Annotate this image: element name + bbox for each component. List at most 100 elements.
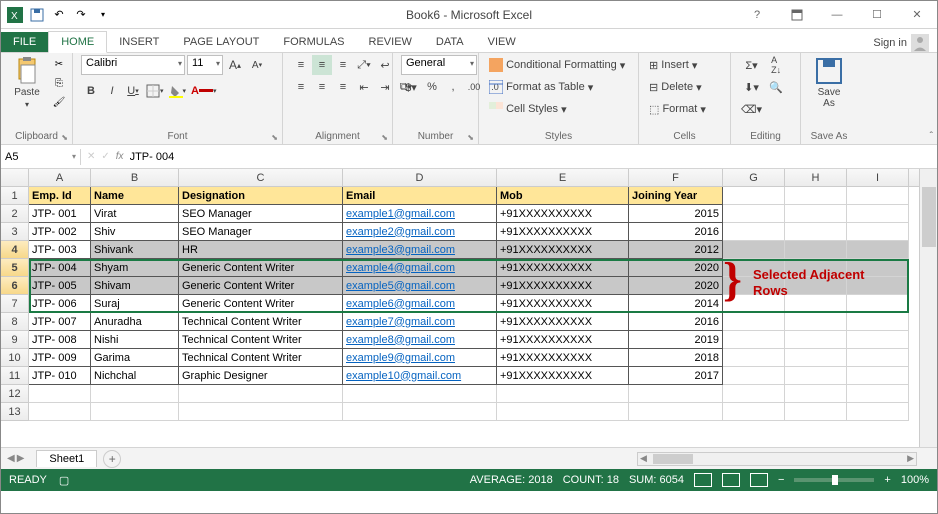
increase-indent-icon[interactable]: ⇥ [375,77,395,97]
orientation-icon[interactable]: ⤢▾ [354,55,374,75]
column-header[interactable]: B [91,169,179,186]
cell[interactable]: Shyam [91,259,179,277]
row-header[interactable]: 2 [1,205,29,223]
cell[interactable]: Nishi [91,331,179,349]
cell[interactable]: 2017 [629,367,723,385]
cell[interactable]: 2018 [629,349,723,367]
cell[interactable] [723,187,785,205]
column-header[interactable]: H [785,169,847,186]
font-size-select[interactable]: 11▾ [187,55,223,75]
row-header[interactable]: 12 [1,385,29,403]
cell[interactable]: Joining Year [629,187,723,205]
cell[interactable]: Technical Content Writer [179,331,343,349]
cell[interactable]: 2019 [629,331,723,349]
horizontal-scrollbar[interactable]: ◀ ▶ [637,452,917,466]
column-header[interactable]: D [343,169,497,186]
cell[interactable] [91,385,179,403]
cell[interactable]: JTP- 008 [29,331,91,349]
cell[interactable]: +91XXXXXXXXXX [497,367,629,385]
qat-customize-icon[interactable]: ▾ [93,5,113,25]
save-icon[interactable] [27,5,47,25]
cell[interactable] [91,403,179,421]
cell[interactable]: 2020 [629,277,723,295]
cell[interactable]: JTP- 001 [29,205,91,223]
cell-styles-button[interactable]: Cell Styles ▾ [487,99,630,119]
help-icon[interactable]: ? [737,1,777,29]
sheet-nav-prev-icon[interactable]: ◀ [7,453,15,464]
cell[interactable]: example5@gmail.com [343,277,497,295]
column-header[interactable]: A [29,169,91,186]
align-left-icon[interactable]: ≡ [291,77,311,97]
row-header[interactable]: 1 [1,187,29,205]
cell[interactable]: +91XXXXXXXXXX [497,295,629,313]
align-middle-icon[interactable]: ≡ [312,55,332,75]
cell[interactable]: example7@gmail.com [343,313,497,331]
cell[interactable]: example2@gmail.com [343,223,497,241]
comma-format-icon[interactable]: , [443,77,463,97]
bold-button[interactable]: B [81,81,101,101]
cell[interactable]: example6@gmail.com [343,295,497,313]
percent-format-icon[interactable]: % [422,77,442,97]
row-header[interactable]: 11 [1,367,29,385]
minimize-icon[interactable]: — [817,1,857,29]
align-bottom-icon[interactable]: ≡ [333,55,353,75]
cell[interactable]: Shivam [91,277,179,295]
cell[interactable]: 2020 [629,259,723,277]
tab-home[interactable]: HOME [48,31,107,53]
cell[interactable]: Technical Content Writer [179,349,343,367]
cell[interactable] [785,331,847,349]
cell[interactable] [723,313,785,331]
cell[interactable] [629,385,723,403]
sheet-nav-next-icon[interactable]: ▶ [17,453,25,464]
row-header[interactable]: 10 [1,349,29,367]
cell[interactable] [343,403,497,421]
cell[interactable]: Designation [179,187,343,205]
cell[interactable]: Name [91,187,179,205]
cell[interactable] [847,367,909,385]
format-cells-button[interactable]: ⬚ Format ▾ [647,99,722,119]
tab-insert[interactable]: INSERT [107,32,171,52]
cell[interactable]: +91XXXXXXXXXX [497,349,629,367]
cell[interactable]: SEO Manager [179,205,343,223]
row-header[interactable]: 5 [1,259,29,277]
zoom-in-icon[interactable]: + [884,474,890,486]
undo-icon[interactable]: ↶ [49,5,69,25]
cell[interactable]: Generic Content Writer [179,259,343,277]
cell[interactable] [723,385,785,403]
paste-button[interactable]: Paste ▾ [9,55,45,111]
cell[interactable] [629,403,723,421]
scrollbar-thumb[interactable] [922,187,936,247]
align-top-icon[interactable]: ≡ [291,55,311,75]
collapse-ribbon-icon[interactable]: ˆ [930,131,933,142]
cell[interactable]: SEO Manager [179,223,343,241]
format-painter-icon[interactable]: 🖌 [49,93,69,111]
decrease-indent-icon[interactable]: ⇤ [354,77,374,97]
fx-icon[interactable]: fx [116,151,124,162]
row-header[interactable]: 3 [1,223,29,241]
cell[interactable]: JTP- 010 [29,367,91,385]
tab-pagelayout[interactable]: PAGE LAYOUT [171,32,271,52]
row-header[interactable]: 7 [1,295,29,313]
clear-icon[interactable]: ⌫▾ [739,99,764,119]
zoom-thumb[interactable] [832,475,838,485]
cell[interactable]: 2014 [629,295,723,313]
cell[interactable]: +91XXXXXXXXXX [497,241,629,259]
macro-record-icon[interactable]: ▢ [59,474,69,487]
cell[interactable]: +91XXXXXXXXXX [497,259,629,277]
cell[interactable] [179,385,343,403]
cell[interactable]: Suraj [91,295,179,313]
cell[interactable]: JTP- 003 [29,241,91,259]
delete-cells-button[interactable]: ⊟ Delete ▾ [647,77,722,97]
tab-data[interactable]: DATA [424,32,476,52]
row-header[interactable]: 8 [1,313,29,331]
vertical-scrollbar[interactable] [919,169,937,447]
cell[interactable] [723,223,785,241]
cell[interactable] [723,205,785,223]
cell[interactable]: Shiv [91,223,179,241]
wrap-text-icon[interactable]: ↩ [375,55,395,75]
cell[interactable]: Graphic Designer [179,367,343,385]
tab-view[interactable]: VIEW [476,32,528,52]
cell[interactable]: JTP- 005 [29,277,91,295]
normal-view-icon[interactable] [694,473,712,487]
column-header[interactable]: F [629,169,723,186]
